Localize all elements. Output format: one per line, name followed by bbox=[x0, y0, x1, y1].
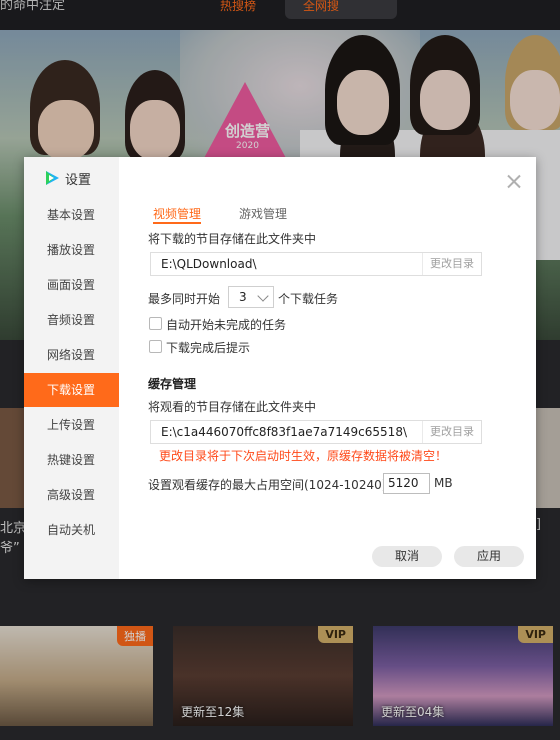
sidebar-item-download[interactable]: 下载设置 bbox=[24, 373, 119, 407]
cache-path-field[interactable]: E:\c1a446070ffc8f83f1ae7a7149c65518\ 更改目… bbox=[150, 420, 482, 444]
download-path-value: E:\QLDownload\ bbox=[161, 257, 257, 271]
active-tab-underline bbox=[153, 222, 201, 224]
sidebar-item-upload[interactable]: 上传设置 bbox=[24, 408, 119, 442]
chevron-down-icon bbox=[257, 290, 269, 302]
max-concurrent-value: 3 bbox=[239, 290, 247, 304]
sidebar-item-network[interactable]: 网络设置 bbox=[24, 338, 119, 372]
cache-space-input[interactable]: 5120 bbox=[383, 473, 430, 494]
auto-start-checkbox[interactable] bbox=[149, 317, 162, 330]
notify-done-checkbox[interactable] bbox=[149, 340, 162, 353]
auto-start-label[interactable]: 自动开始未完成的任务 bbox=[166, 316, 286, 333]
tab-video-management[interactable]: 视频管理 bbox=[153, 205, 201, 222]
cache-space-label: 设置观看缓存的最大占用空间(1024-10240) bbox=[148, 478, 387, 492]
notify-done-label[interactable]: 下载完成后提示 bbox=[166, 339, 250, 356]
max-concurrent-suffix: 个下载任务 bbox=[278, 292, 339, 306]
sidebar-item-playback[interactable]: 播放设置 bbox=[24, 233, 119, 267]
max-concurrent-label: 最多同时开始 bbox=[148, 292, 221, 306]
settings-dialog: 设置 基本设置 播放设置 画面设置 音频设置 网络设置 下载设置 上传设置 热键… bbox=[24, 157, 536, 579]
cache-path-value: E:\c1a446070ffc8f83f1ae7a7149c65518\ bbox=[161, 425, 407, 439]
max-concurrent-select[interactable]: 3 bbox=[228, 286, 274, 308]
sidebar-item-display[interactable]: 画面设置 bbox=[24, 268, 119, 302]
app-logo-icon bbox=[44, 170, 60, 186]
sidebar-item-hotkeys[interactable]: 热键设置 bbox=[24, 443, 119, 477]
cancel-button[interactable]: 取消 bbox=[372, 546, 442, 567]
sidebar-item-advanced[interactable]: 高级设置 bbox=[24, 478, 119, 512]
sidebar-item-basic[interactable]: 基本设置 bbox=[24, 198, 119, 232]
download-folder-label: 将下载的节目存储在此文件夹中 bbox=[148, 232, 317, 246]
cache-unit-label: MB bbox=[434, 476, 453, 490]
change-cache-dir-button[interactable]: 更改目录 bbox=[422, 421, 481, 443]
dialog-title-label: 设置 bbox=[65, 172, 92, 188]
cache-warning-text: 更改目录将于下次启动时生效，原缓存数据将被清空！ bbox=[159, 449, 448, 463]
sidebar-item-audio[interactable]: 音频设置 bbox=[24, 303, 119, 337]
tab-game-management[interactable]: 游戏管理 bbox=[239, 205, 287, 222]
settings-sidebar: 设置 基本设置 播放设置 画面设置 音频设置 网络设置 下载设置 上传设置 热键… bbox=[24, 157, 119, 579]
apply-button[interactable]: 应用 bbox=[454, 546, 524, 567]
cache-folder-label: 将观看的节目存储在此文件夹中 bbox=[148, 400, 317, 414]
dialog-title: 设置 bbox=[44, 169, 92, 188]
download-path-field[interactable]: E:\QLDownload\ 更改目录 bbox=[150, 252, 482, 276]
sidebar-item-auto-shutdown[interactable]: 自动关机 bbox=[24, 513, 119, 547]
change-download-dir-button[interactable]: 更改目录 bbox=[422, 253, 481, 275]
close-icon[interactable] bbox=[507, 174, 521, 188]
cache-section-title: 缓存管理 bbox=[148, 377, 197, 391]
